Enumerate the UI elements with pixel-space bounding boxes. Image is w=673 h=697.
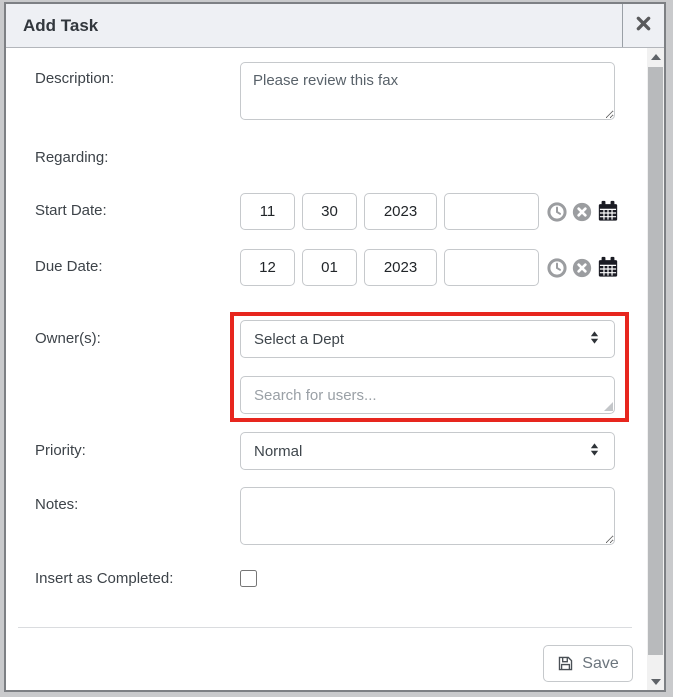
notes-textarea[interactable]	[240, 487, 615, 545]
start-date-calendar-icon[interactable]	[597, 200, 617, 220]
regarding-label: Regarding:	[35, 149, 108, 166]
due-date-time-input[interactable]	[444, 249, 539, 286]
priority-label: Priority:	[35, 442, 86, 459]
scrollbar-thumb[interactable]	[648, 67, 663, 655]
description-textarea[interactable]: Please review this fax	[240, 62, 615, 120]
scroll-up-icon[interactable]	[647, 48, 664, 65]
dept-select-value: Select a Dept	[254, 331, 344, 348]
start-date-year-input[interactable]	[364, 193, 437, 230]
insert-completed-label: Insert as Completed:	[35, 570, 173, 587]
chevron-updown-icon	[588, 442, 601, 461]
save-button[interactable]: Save	[543, 645, 633, 682]
due-date-month-input[interactable]	[240, 249, 295, 286]
insert-completed-checkbox[interactable]	[240, 570, 257, 587]
due-date-label: Due Date:	[35, 258, 103, 275]
footer-divider	[18, 627, 632, 628]
priority-select[interactable]: Normal	[240, 432, 615, 470]
close-button[interactable]	[622, 4, 664, 47]
owners-label: Owner(s):	[35, 330, 101, 347]
user-search-wrapper	[240, 376, 615, 414]
scroll-down-icon[interactable]	[647, 673, 664, 690]
priority-select-value: Normal	[254, 443, 302, 460]
notes-label: Notes:	[35, 496, 78, 513]
vertical-scrollbar[interactable]	[647, 48, 664, 690]
dept-select[interactable]: Select a Dept	[240, 320, 615, 358]
due-date-clear-icon[interactable]	[572, 258, 592, 278]
start-date-month-input[interactable]	[240, 193, 295, 230]
due-date-day-input[interactable]	[302, 249, 357, 286]
dialog-title: Add Task	[23, 4, 98, 47]
due-date-calendar-icon[interactable]	[597, 256, 617, 276]
user-search-input[interactable]	[240, 376, 615, 414]
add-task-dialog: Add Task Description: Please review this…	[4, 2, 666, 692]
start-date-clear-icon[interactable]	[572, 202, 592, 222]
floppy-disk-icon	[557, 655, 574, 672]
save-button-label: Save	[582, 655, 618, 673]
start-date-time-input[interactable]	[444, 193, 539, 230]
description-label: Description:	[35, 70, 114, 87]
start-date-day-input[interactable]	[302, 193, 357, 230]
dialog-header: Add Task	[6, 4, 664, 48]
chevron-updown-icon	[588, 330, 601, 349]
start-time-clock-icon[interactable]	[547, 202, 567, 222]
start-date-label: Start Date:	[35, 202, 107, 219]
due-date-year-input[interactable]	[364, 249, 437, 286]
due-time-clock-icon[interactable]	[547, 258, 567, 278]
close-icon	[636, 16, 651, 36]
